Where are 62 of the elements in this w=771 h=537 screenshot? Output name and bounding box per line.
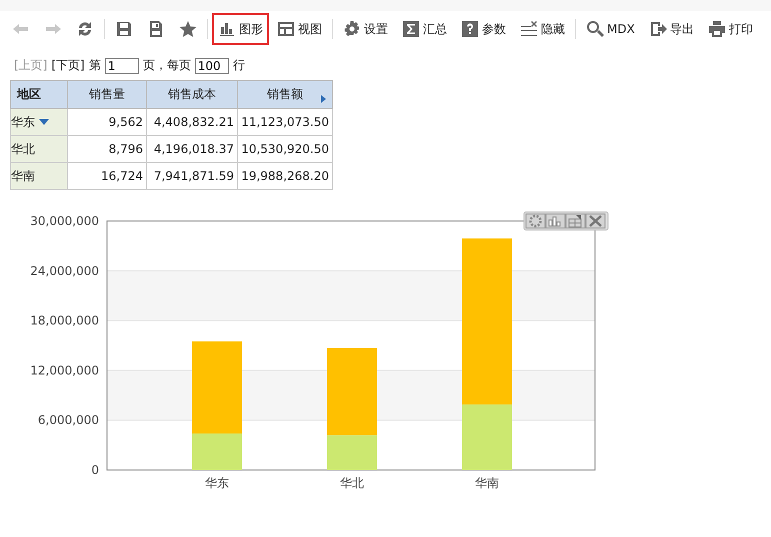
table-cell: 19,988,268.20 bbox=[238, 162, 332, 190]
gear-button[interactable]: 设置 bbox=[337, 13, 394, 45]
next-page-link[interactable]: [下页] bbox=[51, 57, 85, 74]
question-icon bbox=[461, 20, 479, 38]
page-number-field[interactable]: 1 bbox=[104, 58, 139, 74]
view-icon bbox=[277, 20, 295, 38]
table-cell: 4,408,832.21 bbox=[146, 108, 238, 136]
table-cell: 8,796 bbox=[68, 136, 146, 162]
row-header[interactable]: 华北 bbox=[10, 136, 68, 162]
rows-per-page-field[interactable]: 100 bbox=[194, 58, 229, 74]
hide-button[interactable]: 隐藏 bbox=[514, 13, 571, 45]
chart-icon bbox=[218, 20, 236, 38]
table-export-button[interactable] bbox=[566, 214, 586, 228]
row-header[interactable]: 华南 bbox=[10, 162, 68, 190]
search-icon bbox=[586, 20, 604, 38]
axis-label: 华南 bbox=[475, 476, 499, 490]
sigma-button[interactable]: 汇总 bbox=[396, 13, 453, 45]
expand-arrow-icon[interactable] bbox=[321, 95, 326, 103]
refresh-icon bbox=[76, 20, 94, 38]
table-cell: 10,530,920.50 bbox=[238, 136, 332, 162]
export-icon bbox=[648, 20, 667, 38]
table-cell: 7,941,871.59 bbox=[146, 162, 238, 190]
chart-type-button[interactable] bbox=[546, 214, 566, 228]
column-header: 销售额 bbox=[238, 80, 332, 108]
axis-label: 华北 bbox=[340, 476, 364, 490]
axis-label: 0 bbox=[91, 463, 99, 477]
rows-label: 行 bbox=[232, 57, 245, 74]
axis-label: 6,000,000 bbox=[38, 413, 99, 428]
sigma-icon bbox=[402, 20, 420, 38]
table-cell: 11,123,073.50 bbox=[238, 108, 332, 136]
chart-button[interactable]: 图形 bbox=[212, 13, 269, 45]
row-header-label: 华南 bbox=[11, 168, 35, 182]
row-header-label: 华北 bbox=[11, 142, 35, 156]
close-button[interactable] bbox=[586, 214, 606, 228]
table-cell: 9,562 bbox=[68, 108, 146, 136]
axis-label: 12,000,000 bbox=[30, 363, 99, 378]
table-cell: 16,724 bbox=[68, 162, 146, 190]
row-header[interactable]: 华东 bbox=[10, 108, 68, 136]
save-icon bbox=[115, 20, 133, 38]
gear-icon bbox=[343, 20, 361, 38]
dropdown-icon[interactable] bbox=[39, 119, 49, 126]
print-button[interactable]: 打印 bbox=[702, 13, 759, 45]
print-icon bbox=[708, 20, 726, 38]
question-button[interactable]: 参数 bbox=[455, 13, 512, 45]
search-button[interactable]: MDX bbox=[580, 13, 641, 45]
settings-button[interactable] bbox=[526, 214, 546, 228]
per-page-label: 页，每页 bbox=[142, 57, 191, 74]
column-header: 地区 bbox=[10, 80, 68, 108]
column-header: 销售量 bbox=[68, 80, 146, 108]
axis-label: 30,000,000 bbox=[30, 214, 99, 228]
hide-icon bbox=[520, 20, 538, 38]
axis-label: 18,000,000 bbox=[30, 314, 99, 328]
axis-label: 24,000,000 bbox=[30, 264, 99, 278]
page-label: 第 bbox=[88, 57, 101, 74]
export-button[interactable]: 导出 bbox=[642, 13, 700, 45]
view-button[interactable]: 视图 bbox=[271, 13, 328, 45]
row-header-label: 华东 bbox=[11, 114, 35, 128]
table-cell: 4,196,018.37 bbox=[146, 136, 238, 162]
star-icon bbox=[179, 20, 197, 38]
axis-label: 华东 bbox=[205, 476, 229, 490]
save-as-icon bbox=[147, 20, 165, 38]
column-header: 销售成本 bbox=[146, 80, 238, 108]
